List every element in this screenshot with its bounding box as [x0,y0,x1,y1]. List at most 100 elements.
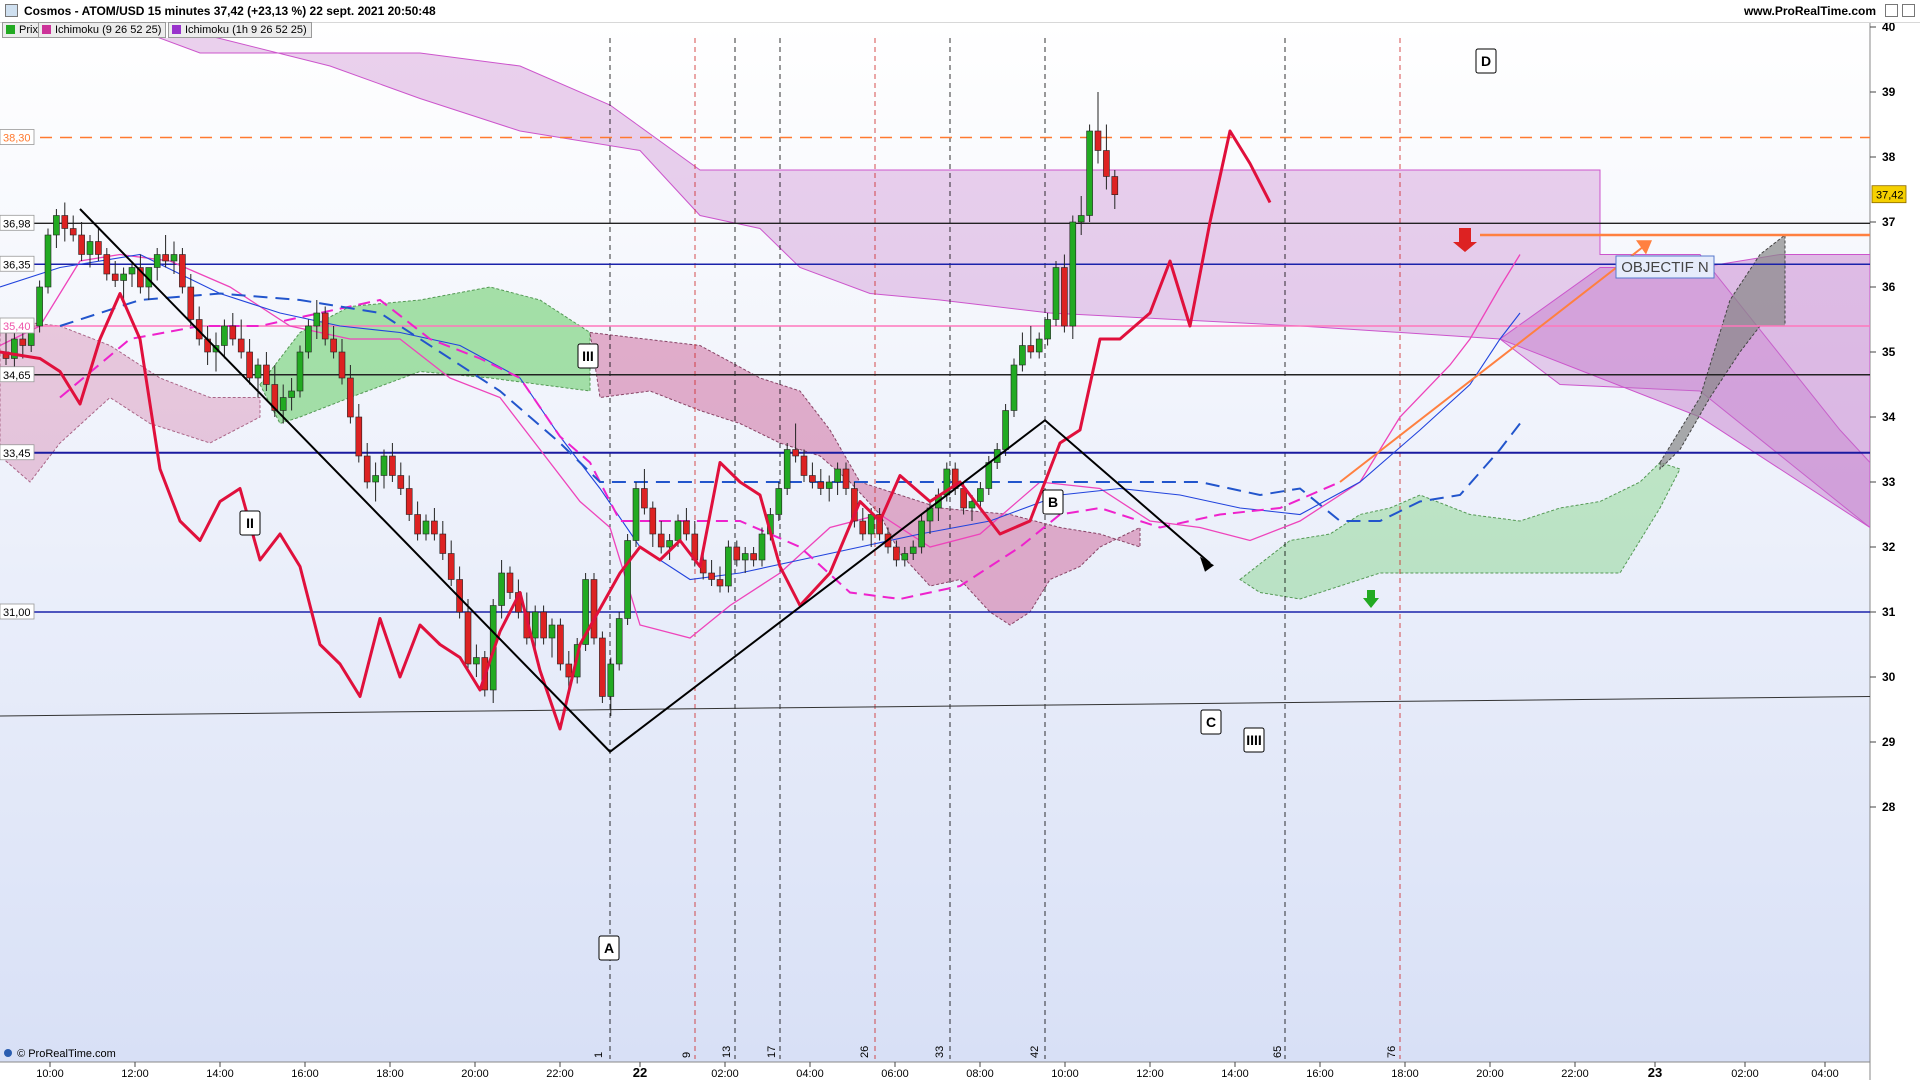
candle-body [321,312,329,340]
legend-item-ichimoku-1h[interactable]: Ichimoku (1h 9 26 52 25) [168,22,312,38]
candle-body [179,254,186,288]
legend-swatch-prix [6,25,15,34]
candle-body [842,468,850,489]
candle-body [531,611,539,639]
candle-body [834,468,841,483]
bar-count-label: 42 [1029,1046,1041,1058]
candle-body [893,546,900,561]
candle-body [792,449,799,457]
candle-body [565,663,573,678]
candle-body [53,215,60,236]
y-tick-label: 37 [1882,215,1896,229]
candle-body [674,520,682,541]
x-tick-label: 18:00 [1391,1068,1419,1080]
candle-body [783,449,791,489]
x-tick-label: 16:00 [291,1068,319,1080]
candle-body [237,338,245,353]
price-level-tag-text: 35,40 [3,321,31,333]
legend-label-prix: Prix [19,24,38,36]
x-tick-label: 14:00 [1221,1068,1249,1080]
candle-body [666,540,673,548]
wave-label-d-text: D [1481,53,1491,69]
x-axis-panel [0,1062,1870,1080]
candle-body [246,351,253,379]
candle-body [750,553,757,561]
x-tick-label: 02:00 [711,1068,739,1080]
legend-label-ichimoku: Ichimoku (9 26 52 25) [55,24,162,36]
candle-body [363,455,371,483]
candle-body [221,325,228,346]
candle-body [313,312,321,327]
bar-count-label: 33 [934,1046,946,1058]
candle-body [557,624,564,665]
candle-body [977,488,984,502]
candle-body [1061,267,1068,327]
price-chart[interactable]: ABCDIIIIIIIIIOBJECTIF N 38,3036,9836,353… [0,0,1920,1080]
ichimoku-label-ii-text: II [246,515,254,531]
candle-body [817,481,825,489]
candle-body [1010,364,1018,411]
candle-body [397,475,405,489]
legend-item-ichimoku[interactable]: Ichimoku (9 26 52 25) [38,22,167,38]
price-level-tag-text: 36,35 [3,259,31,271]
y-tick-label: 39 [1882,85,1896,99]
candle-body [641,488,648,509]
price-level-tag-text: 33,45 [3,448,31,460]
x-tick-label: 22:00 [546,1068,574,1080]
legend-label-ichimoku-1h: Ichimoku (1h 9 26 52 25) [185,24,307,36]
candle-body [36,286,43,327]
candle-body [447,553,455,580]
y-tick-label: 32 [1882,540,1896,554]
candle-body [683,520,690,535]
candle-body [347,377,354,418]
copyright-footer: © ProRealTime.com [4,1048,116,1060]
bar-count-label: 26 [859,1046,871,1058]
candle-body [111,273,119,281]
bar-count-label: 13 [721,1046,733,1058]
y-tick-label: 28 [1882,800,1896,814]
ichimoku-label-iiii-text: IIII [1246,732,1262,748]
candle-body [540,611,547,639]
candle-body [506,572,514,593]
candle-body [825,481,833,489]
candle-body [296,351,304,392]
candle-body [708,572,715,580]
wave-label-c-text: C [1206,714,1216,730]
candle-body [128,267,136,275]
candle-body [380,455,388,476]
candle-body [867,514,875,535]
y-tick-label: 30 [1882,670,1896,684]
candle-body [355,416,363,457]
candle-body [170,254,178,262]
candle-body [1044,319,1051,340]
candle-body [338,351,346,379]
candle-body [120,273,127,281]
ichimoku-label-iii-text: III [582,348,594,364]
legend-swatch-ichimoku-1h [172,25,181,34]
x-tick-label: 16:00 [1306,1068,1334,1080]
candle-body [1052,267,1060,320]
x-tick-label: 04:00 [1811,1068,1839,1080]
candle-body [716,579,724,587]
window-menu-icon[interactable] [5,4,18,17]
candle-body [1077,215,1085,223]
x-tick-label: 20:00 [1476,1068,1504,1080]
x-tick-label: 23 [1648,1065,1662,1080]
candle-body [1094,130,1102,151]
bar-count-label: 65 [1272,1046,1284,1058]
close-icon[interactable] [1902,4,1915,17]
y-tick-label: 31 [1882,605,1896,619]
x-tick-label: 12:00 [1136,1068,1164,1080]
candle-body [305,325,312,353]
legend-item-prix[interactable]: Prix [2,22,43,38]
x-tick-label: 08:00 [966,1068,994,1080]
candle-body [741,553,749,561]
candle-body [548,624,556,639]
candle-body [330,338,337,353]
minimize-icon[interactable] [1885,4,1898,17]
price-level-tag-text: 31,00 [3,607,31,619]
x-tick-label: 04:00 [796,1068,824,1080]
x-tick-label: 10:00 [36,1068,64,1080]
x-tick-label: 06:00 [881,1068,909,1080]
candle-body [909,546,917,554]
